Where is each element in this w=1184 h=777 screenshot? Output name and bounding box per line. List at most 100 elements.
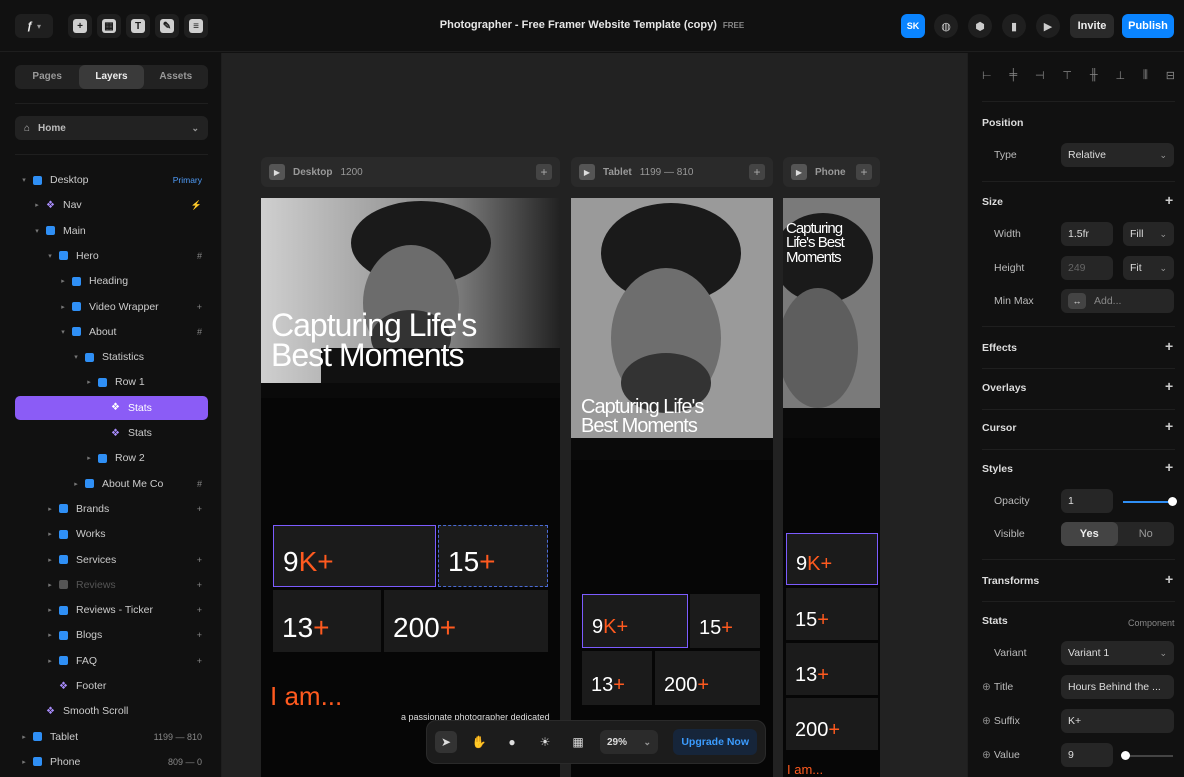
stats-card[interactable]: 200+ xyxy=(655,651,760,705)
layer-row[interactable]: ▾ Desktop Primary xyxy=(15,168,208,192)
align-center-h-icon[interactable]: ╪ xyxy=(1009,69,1017,82)
globe-button[interactable]: ◍ xyxy=(934,14,958,38)
stats-card[interactable]: 15+ xyxy=(786,588,878,640)
stats-card[interactable]: 13+ xyxy=(786,643,878,695)
expand-caret-icon[interactable]: ▸ xyxy=(45,581,55,589)
layer-row[interactable]: ▸ FAQ + xyxy=(15,649,208,673)
expand-caret-icon[interactable]: ▸ xyxy=(19,733,29,741)
stats-card[interactable]: 13+ xyxy=(582,651,652,705)
add-overlay-icon[interactable]: + xyxy=(1165,378,1173,394)
play-icon[interactable]: ▶ xyxy=(269,164,285,180)
add-transform-icon[interactable]: + xyxy=(1165,571,1173,587)
page-select[interactable]: ⌂ Home ⌄ xyxy=(15,116,208,140)
expand-caret-icon[interactable]: ▸ xyxy=(58,277,68,285)
expand-caret-icon[interactable]: ▸ xyxy=(45,530,55,538)
layer-row[interactable]: ▸ Works xyxy=(15,522,208,546)
settings-button[interactable]: ⬢ xyxy=(968,14,992,38)
layer-row[interactable]: ▾ Main xyxy=(15,219,208,243)
layer-row[interactable]: ▸ Heading xyxy=(15,269,208,293)
desktop-frame[interactable]: Capturing Life's Best Moments 9K+ 15+ 13… xyxy=(261,198,560,777)
breakpoint-header-phone[interactable]: ▶ Phone + xyxy=(783,157,880,187)
align-center-v-icon[interactable]: ╫ xyxy=(1090,69,1098,82)
comment-tool[interactable]: ● xyxy=(501,731,523,753)
visible-no[interactable]: No xyxy=(1118,522,1175,546)
plugins-button[interactable]: ▦ xyxy=(567,731,589,753)
layer-row[interactable]: ❖ Smooth Scroll xyxy=(15,699,208,723)
opacity-slider[interactable] xyxy=(1123,497,1177,506)
layer-row[interactable]: ▸ Video Wrapper + xyxy=(15,295,208,319)
distribute-v-icon[interactable]: ⊟ xyxy=(1166,69,1175,82)
visible-toggle[interactable]: Yes No xyxy=(1061,522,1174,546)
layer-row[interactable]: ❖ Stats xyxy=(15,421,208,445)
stats-card[interactable]: 13+ xyxy=(273,590,381,652)
stats-card[interactable]: 15+ xyxy=(690,594,760,648)
publish-button[interactable]: Publish xyxy=(1122,14,1174,38)
tablet-frame[interactable]: Capturing Life's Best Moments 9K+ 15+ 13… xyxy=(571,198,773,777)
expand-caret-icon[interactable]: ▸ xyxy=(45,505,55,513)
user-avatar[interactable]: SK xyxy=(901,14,925,38)
expand-caret-icon[interactable]: ▾ xyxy=(71,353,81,361)
align-top-icon[interactable]: ⊤ xyxy=(1062,69,1072,82)
breakpoint-header-tablet[interactable]: ▶ Tablet 1199 — 810 + xyxy=(571,157,773,187)
layer-row[interactable]: ▾ About # xyxy=(15,320,208,344)
layer-row[interactable]: ▾ Statistics xyxy=(15,345,208,369)
zoom-select[interactable]: 29% ⌄ xyxy=(600,730,658,754)
add-breakpoint-icon[interactable]: + xyxy=(749,164,765,180)
layer-row[interactable]: ❖ Footer xyxy=(15,674,208,698)
variant-select[interactable]: Variant 1 ⌄ xyxy=(1061,641,1174,665)
stats-card[interactable]: 200+ xyxy=(786,698,878,750)
play-icon[interactable]: ▶ xyxy=(791,164,807,180)
visible-yes[interactable]: Yes xyxy=(1061,522,1118,546)
layer-row[interactable]: ▸ Reviews - Ticker + xyxy=(15,598,208,622)
expand-caret-icon[interactable]: ▾ xyxy=(45,252,55,260)
layer-row[interactable]: ❖ Stats xyxy=(15,395,208,420)
layer-row[interactable]: ▸ Blogs + xyxy=(15,623,208,647)
layer-row[interactable]: ▸ ❖ Nav ⚡ xyxy=(15,193,208,217)
distribute-icon[interactable]: ⫼ xyxy=(1143,69,1148,82)
opacity-input[interactable]: 1 xyxy=(1061,489,1113,513)
breakpoint-header-desktop[interactable]: ▶ Desktop 1200 + xyxy=(261,157,560,187)
layer-row[interactable]: ▸ Row 1 xyxy=(15,370,208,394)
hand-tool[interactable]: ✋ xyxy=(468,731,490,753)
align-bottom-icon[interactable]: ⊥ xyxy=(1115,69,1125,82)
layer-row[interactable]: ▸ About Me Co # xyxy=(15,472,208,496)
height-input[interactable]: 249 xyxy=(1061,256,1113,280)
phone-frame[interactable]: Capturing Life's Best Moments 9K+ 15+ 13… xyxy=(783,198,880,777)
tab-pages[interactable]: Pages xyxy=(15,65,79,89)
value-slider[interactable] xyxy=(1121,751,1173,760)
select-tool[interactable]: ➤ xyxy=(435,731,457,753)
expand-caret-icon[interactable]: ▸ xyxy=(19,758,29,766)
layer-row[interactable]: ▸ Services + xyxy=(15,548,208,572)
width-mode-select[interactable]: Fill ⌄ xyxy=(1123,222,1174,246)
upgrade-button[interactable]: Upgrade Now xyxy=(673,729,757,755)
stats-card[interactable]: 9K+ xyxy=(273,525,436,587)
minmax-field[interactable]: ↔ Add... xyxy=(1061,289,1174,313)
value-slider-knob[interactable] xyxy=(1121,751,1130,760)
expand-caret-icon[interactable]: ▾ xyxy=(58,328,68,336)
play-icon[interactable]: ▶ xyxy=(579,164,595,180)
layer-row[interactable]: ▸ Row 2 xyxy=(15,446,208,470)
value-input[interactable]: 9 xyxy=(1061,743,1113,767)
expand-caret-icon[interactable]: ▸ xyxy=(71,480,81,488)
invite-button[interactable]: Invite xyxy=(1070,14,1114,38)
position-type-select[interactable]: Relative ⌄ xyxy=(1061,143,1174,167)
canvas[interactable]: ▶ Desktop 1200 + ▶ Tablet 1199 — 810 + ▶… xyxy=(222,53,967,777)
expand-caret-icon[interactable]: ▸ xyxy=(84,378,94,386)
width-input[interactable]: 1.5fr xyxy=(1061,222,1113,246)
expand-caret-icon[interactable]: ▸ xyxy=(45,657,55,665)
expand-caret-icon[interactable]: ▸ xyxy=(32,201,42,209)
add-size-icon[interactable]: + xyxy=(1165,192,1173,208)
layer-row[interactable]: ▾ Hero # xyxy=(15,244,208,268)
add-style-icon[interactable]: + xyxy=(1165,459,1173,475)
expand-caret-icon[interactable]: ▸ xyxy=(58,303,68,311)
expand-caret-icon[interactable]: ▸ xyxy=(45,606,55,614)
stats-card[interactable]: 15+ xyxy=(438,525,548,587)
stats-card[interactable]: 9K+ xyxy=(582,594,688,648)
theme-toggle[interactable]: ☀ xyxy=(534,731,556,753)
layer-row[interactable]: ▸ Tablet 1199 — 810 xyxy=(15,725,208,749)
expand-caret-icon[interactable]: ▸ xyxy=(45,556,55,564)
analytics-button[interactable]: ▮ xyxy=(1002,14,1026,38)
align-left-icon[interactable]: ⊢ xyxy=(982,69,992,82)
add-effect-icon[interactable]: + xyxy=(1165,338,1173,354)
stats-card[interactable]: 200+ xyxy=(384,590,548,652)
